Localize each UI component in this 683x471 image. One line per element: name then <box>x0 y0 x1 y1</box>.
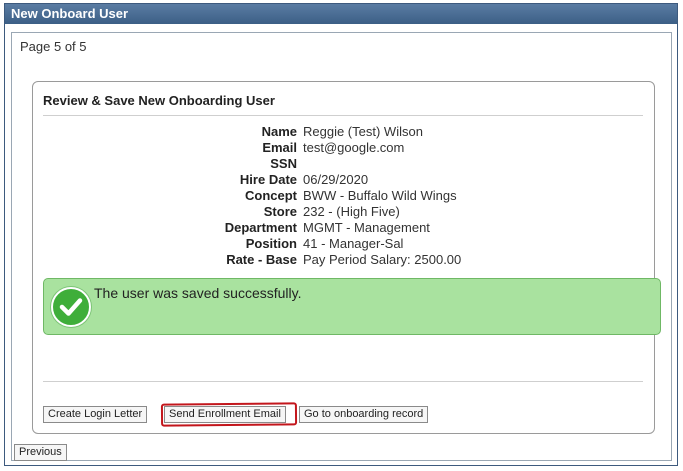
field-row-position: Position 41 - Manager-Sal <box>33 236 654 252</box>
highlight-annotation <box>160 402 298 427</box>
field-list: Name Reggie (Test) Wilson Email test@goo… <box>33 124 654 268</box>
field-value: test@google.com <box>303 140 405 155</box>
field-label: Rate - Base <box>226 252 297 267</box>
content-area: Page 5 of 5 Review & Save New Onboarding… <box>11 32 672 461</box>
field-label: Concept <box>245 188 297 203</box>
field-value: 06/29/2020 <box>303 172 369 187</box>
previous-button[interactable]: Previous <box>14 444 67 461</box>
create-login-letter-button[interactable]: Create Login Letter <box>43 406 148 423</box>
field-row-email: Email test@google.com <box>33 140 654 156</box>
field-label: Email <box>262 140 297 155</box>
field-label: Name <box>261 124 297 139</box>
field-label: Department <box>224 220 297 235</box>
onboard-user-window: New Onboard User Page 5 of 5 Review & Sa… <box>4 3 678 466</box>
panel-divider-bottom <box>43 381 643 382</box>
field-row-rate-base: Rate - Base Pay Period Salary: 2500.00 <box>33 252 654 268</box>
window-title: New Onboard User <box>5 4 677 24</box>
panel-divider-top <box>43 115 643 116</box>
field-row-name: Name Reggie (Test) Wilson <box>33 124 654 140</box>
field-row-department: Department MGMT - Management <box>33 220 654 236</box>
field-value: 41 - Manager-Sal <box>303 236 404 251</box>
field-label: Position <box>245 236 297 251</box>
field-value: MGMT - Management <box>303 220 430 235</box>
field-value: BWW - Buffalo Wild Wings <box>303 188 457 203</box>
field-label: Hire Date <box>239 172 297 187</box>
field-row-hire-date: Hire Date 06/29/2020 <box>33 172 654 188</box>
field-row-ssn: SSN <box>33 156 654 172</box>
success-text: The user was saved successfully. <box>94 285 302 301</box>
field-label: SSN <box>270 156 297 171</box>
panel-title: Review & Save New Onboarding User <box>43 93 275 108</box>
field-value: Pay Period Salary: 2500.00 <box>303 252 462 267</box>
success-message-box: The user was saved successfully. <box>43 278 661 335</box>
go-to-onboarding-record-button[interactable]: Go to onboarding record <box>299 406 429 423</box>
field-row-store: Store 232 - (High Five) <box>33 204 654 220</box>
page-indicator: Page 5 of 5 <box>20 39 87 54</box>
review-panel: Review & Save New Onboarding User Name R… <box>32 81 661 434</box>
field-label: Store <box>263 204 297 219</box>
checkmark-circle-icon <box>51 287 91 327</box>
field-value: 232 - (High Five) <box>303 204 400 219</box>
field-value: Reggie (Test) Wilson <box>303 124 423 139</box>
field-row-concept: Concept BWW - Buffalo Wild Wings <box>33 188 654 204</box>
